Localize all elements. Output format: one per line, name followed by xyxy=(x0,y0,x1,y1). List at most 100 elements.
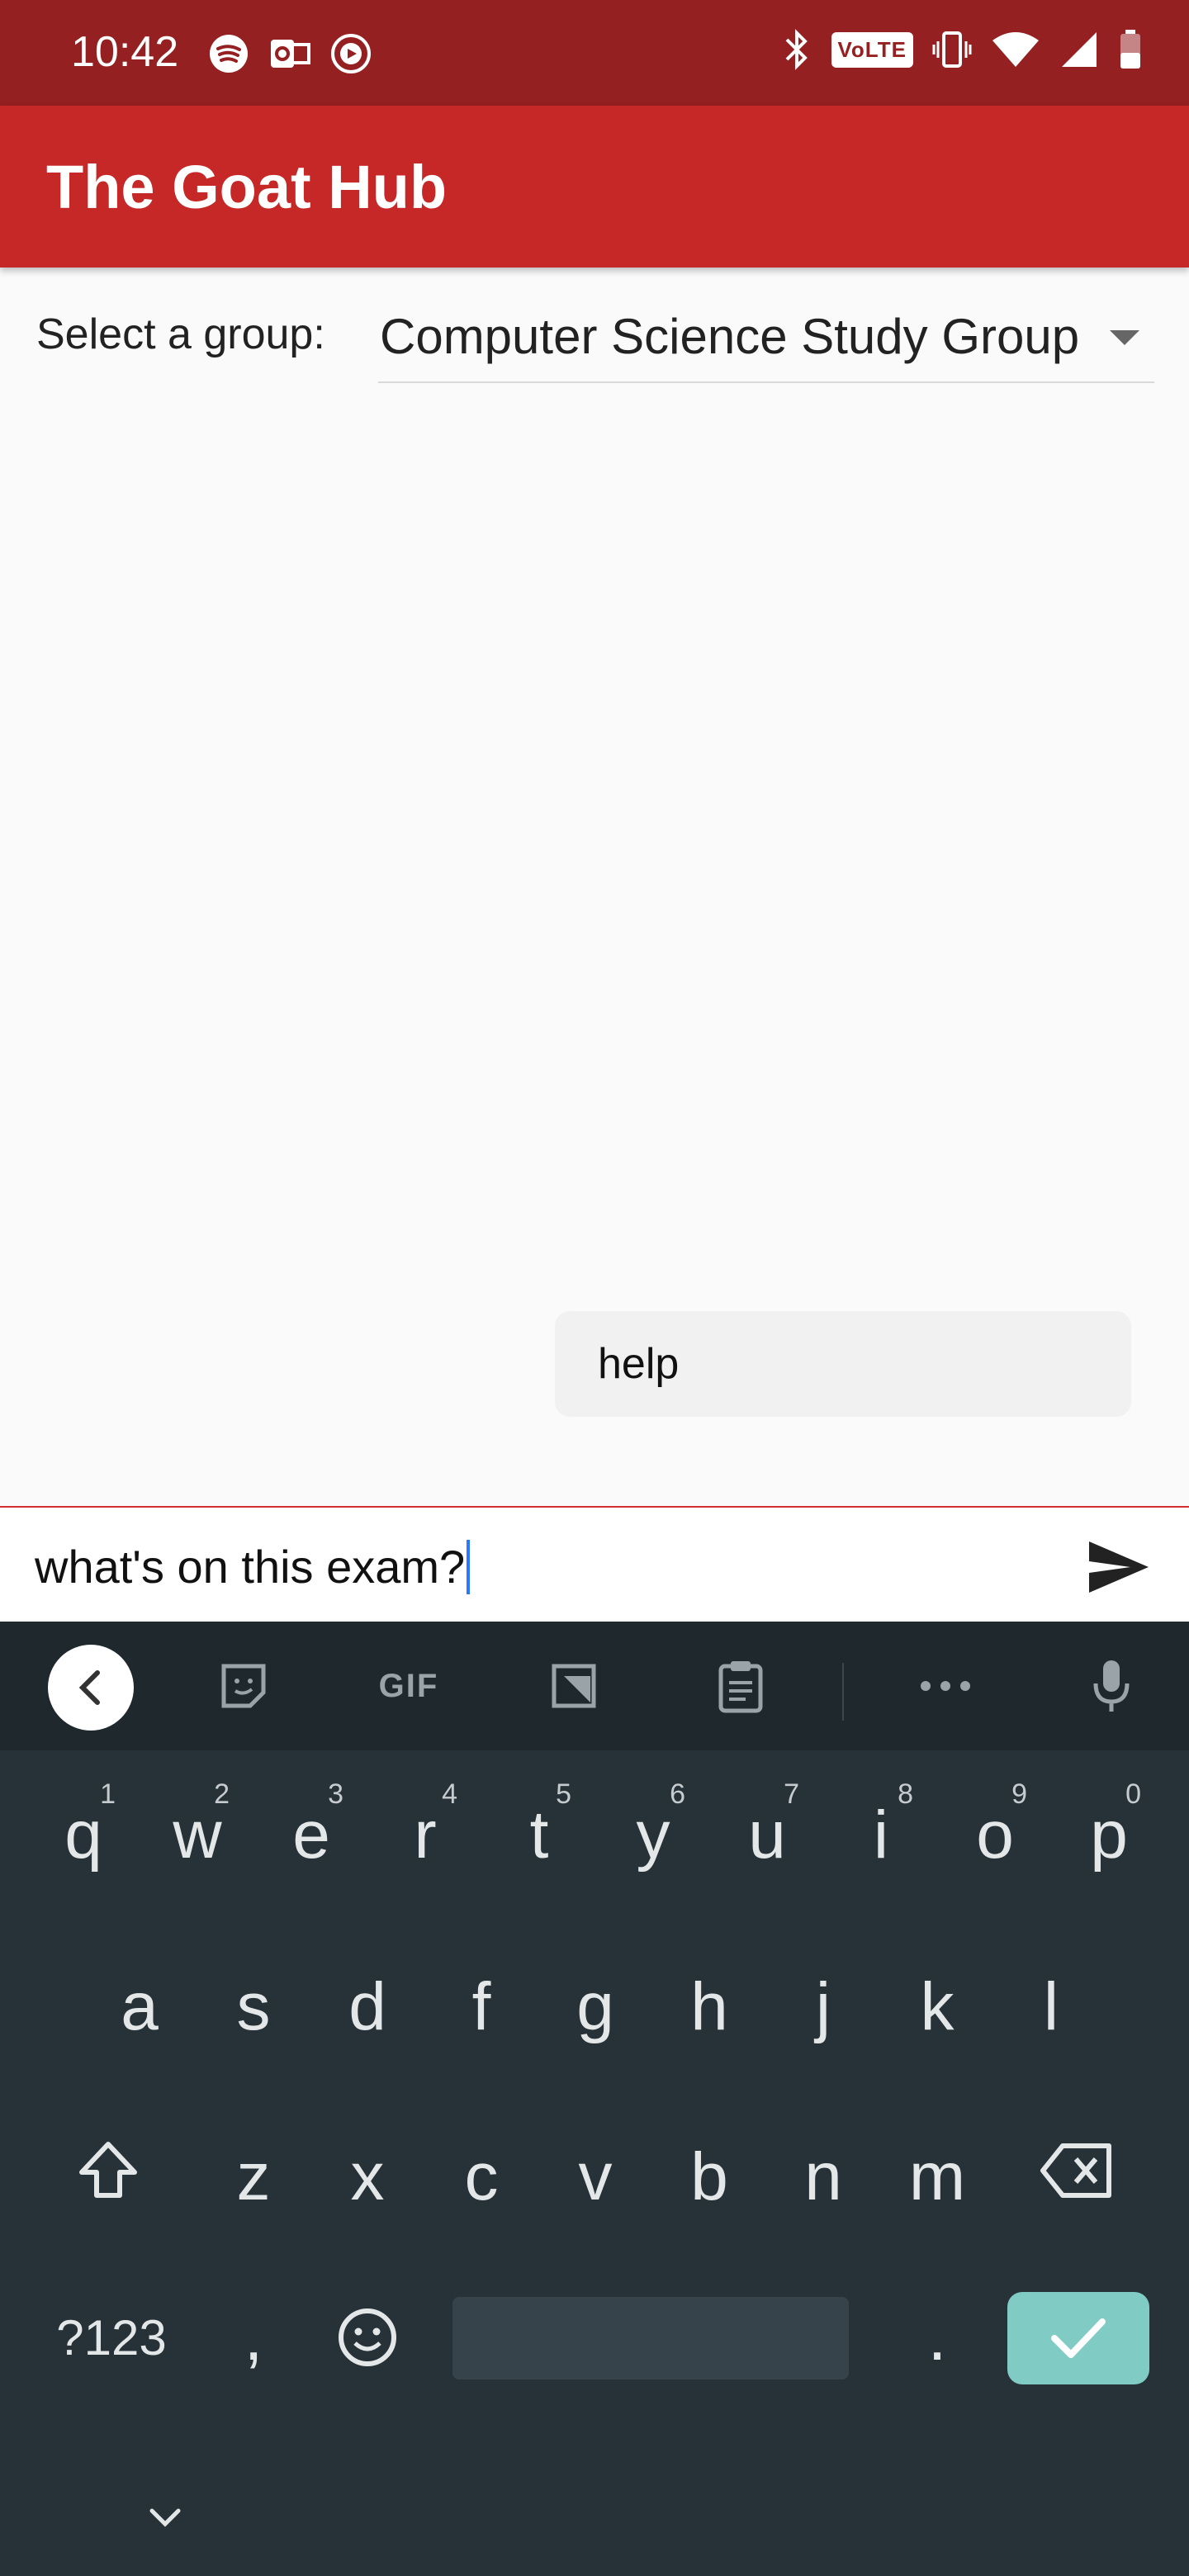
spotify-icon xyxy=(210,35,248,73)
message-input[interactable]: what's on this exam? xyxy=(35,1536,471,1598)
space-key[interactable] xyxy=(452,2297,849,2379)
gif-button[interactable]: GIF xyxy=(355,1622,462,1750)
battery-icon xyxy=(1120,30,1140,69)
key-hint: 9 xyxy=(1011,1778,1027,1810)
shift-key[interactable] xyxy=(54,2092,162,2249)
key-u[interactable]: 7u xyxy=(713,1750,821,1907)
key-label: i xyxy=(873,1797,889,1873)
key-o[interactable]: 9o xyxy=(941,1750,1049,1907)
key-hint: 7 xyxy=(784,1778,799,1810)
comma-key[interactable]: , xyxy=(200,2259,307,2416)
key-b[interactable]: b xyxy=(656,2092,763,2249)
key-k[interactable]: k xyxy=(883,1922,991,2079)
symbols-key[interactable]: ?123 xyxy=(41,2259,182,2416)
signal-icon xyxy=(1062,32,1097,67)
status-notification-icons xyxy=(208,33,372,74)
key-label: u xyxy=(748,1797,786,1873)
key-label: d xyxy=(348,1969,386,2044)
key-label: m xyxy=(908,2139,966,2214)
key-d[interactable]: d xyxy=(314,1922,421,2079)
keyboard-toolbar: GIF xyxy=(0,1622,1189,1750)
group-select-label: Select a group: xyxy=(36,310,325,358)
group-dropdown[interactable]: Computer Science Study Group xyxy=(378,291,1154,383)
translate-button[interactable] xyxy=(528,1622,619,1750)
key-m[interactable]: m xyxy=(883,2092,991,2249)
key-hint: 1 xyxy=(100,1778,116,1810)
enter-key[interactable] xyxy=(1007,2292,1149,2384)
key-y[interactable]: 6y xyxy=(599,1750,707,1907)
period-key[interactable]: . xyxy=(883,2259,991,2416)
checkmark-icon xyxy=(1051,2318,1106,2358)
send-button[interactable] xyxy=(1073,1527,1164,1607)
message-composer: what's on this exam? xyxy=(0,1506,1189,1622)
key-hint: 4 xyxy=(442,1778,457,1810)
key-p[interactable]: 0p xyxy=(1055,1750,1163,1907)
key-i[interactable]: 8i xyxy=(827,1750,935,1907)
mic-icon xyxy=(1093,1660,1130,1712)
key-label: s xyxy=(236,1969,271,2044)
key-label: k xyxy=(920,1969,955,2044)
key-label: b xyxy=(690,2139,728,2214)
status-bar: 10:42 VoLTE xyxy=(0,0,1189,106)
sticker-icon xyxy=(221,1664,266,1708)
key-c[interactable]: c xyxy=(428,2092,535,2249)
sticker-button[interactable] xyxy=(198,1622,289,1750)
emoji-key[interactable] xyxy=(314,2259,421,2416)
voice-input-button[interactable] xyxy=(1070,1622,1153,1750)
outlook-icon xyxy=(271,40,310,68)
key-w[interactable]: 2w xyxy=(144,1750,251,1907)
wifi-icon xyxy=(992,32,1039,67)
key-label: l xyxy=(1043,1969,1059,2044)
key-n[interactable]: n xyxy=(770,2092,877,2249)
key-label: g xyxy=(576,1969,614,2044)
key-r[interactable]: 4r xyxy=(372,1750,479,1907)
key-label: x xyxy=(350,2139,385,2214)
clipboard-button[interactable] xyxy=(695,1622,786,1750)
key-label: q xyxy=(64,1797,102,1873)
dropdown-arrow-icon xyxy=(1110,330,1139,345)
text-cursor xyxy=(467,1540,471,1594)
chevron-left-icon xyxy=(78,1670,100,1705)
key-label: c xyxy=(464,2139,499,2214)
bluetooth-icon xyxy=(785,29,808,70)
app-bar: The Goat Hub xyxy=(0,106,1189,268)
key-x[interactable]: x xyxy=(314,2092,421,2249)
key-label: t xyxy=(529,1797,549,1873)
key-z[interactable]: z xyxy=(200,2092,307,2249)
more-button[interactable] xyxy=(900,1622,991,1750)
backspace-icon xyxy=(1040,2143,1111,2198)
key-t[interactable]: 5t xyxy=(486,1750,593,1907)
key-label: f xyxy=(471,1969,491,2044)
youtube-music-icon xyxy=(331,34,371,73)
key-l[interactable]: l xyxy=(997,1922,1105,2079)
key-label: v xyxy=(578,2139,613,2214)
key-q[interactable]: 1q xyxy=(30,1750,137,1907)
key-hint: 8 xyxy=(898,1778,913,1810)
keyboard: 1q 2w 3e 4r 5t 6y 7u 8i 9o 0p a s d f g … xyxy=(0,1750,1189,2576)
key-label: z xyxy=(236,2139,271,2214)
key-label: e xyxy=(292,1797,330,1873)
key-hint: 3 xyxy=(328,1778,343,1810)
key-j[interactable]: j xyxy=(770,1922,877,2079)
key-e[interactable]: 3e xyxy=(258,1750,365,1907)
key-label: j xyxy=(815,1969,831,2044)
key-label: w xyxy=(173,1797,222,1873)
key-v[interactable]: v xyxy=(542,2092,649,2249)
message-bubble: help xyxy=(555,1311,1131,1417)
key-label: o xyxy=(976,1797,1014,1873)
keyboard-back-button[interactable] xyxy=(48,1645,134,1731)
key-h[interactable]: h xyxy=(656,1922,763,2079)
clipboard-icon xyxy=(718,1661,763,1713)
key-a[interactable]: a xyxy=(86,1922,193,2079)
key-s[interactable]: s xyxy=(200,1922,307,2079)
key-label: r xyxy=(414,1797,437,1873)
key-g[interactable]: g xyxy=(542,1922,649,2079)
backspace-key[interactable] xyxy=(1024,2092,1131,2249)
key-label: p xyxy=(1090,1797,1128,1873)
key-f[interactable]: f xyxy=(428,1922,535,2079)
shift-icon xyxy=(79,2142,137,2198)
hide-keyboard-button[interactable] xyxy=(132,2493,198,2543)
key-label: h xyxy=(690,1969,728,2044)
toolbar-divider xyxy=(842,1663,844,1721)
emoji-icon xyxy=(339,2308,396,2366)
